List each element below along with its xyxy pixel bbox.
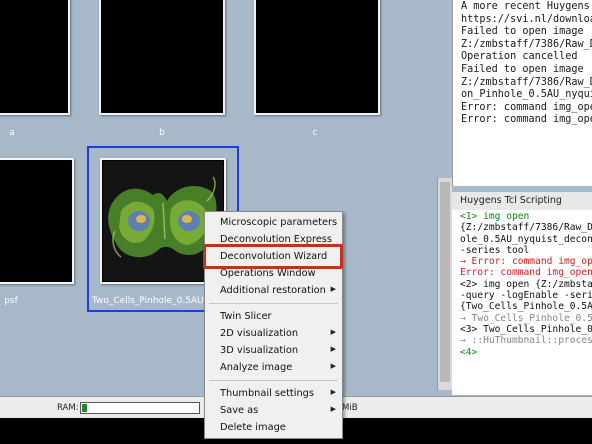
triangle-right-icon: ▶ bbox=[330, 362, 336, 370]
ram-label: RAM: bbox=[57, 403, 79, 413]
menu-item-label: Delete image bbox=[220, 422, 286, 433]
console-line: <3> Two_Cells_Pinhole_0.5A bbox=[460, 323, 592, 335]
thumbnail-label: Two_Cells_Pinhole_0.5AU bbox=[92, 296, 204, 306]
console-line: -series tool bbox=[460, 244, 530, 256]
log-line: Failed to open image bbox=[461, 26, 584, 38]
menu-item-label: Operations Window bbox=[220, 268, 316, 279]
log-line: A more recent Huygens bbox=[461, 1, 590, 12]
console-line: -query -logEnable -series bbox=[460, 290, 592, 302]
vertical-scrollbar[interactable] bbox=[437, 178, 452, 390]
menu-item-microscopic-parameters[interactable]: Microscopic parameters bbox=[205, 214, 342, 231]
menu-item-delete-image[interactable]: Delete image bbox=[205, 419, 342, 436]
menu-item-additional-restoration[interactable]: Additional restoration ▶ bbox=[205, 282, 342, 299]
console-line: ole_0.5AU_nyquist_decon_ch bbox=[460, 233, 592, 245]
console-line: {Two_Cells_Pinhole_0.5AU_n bbox=[460, 301, 592, 313]
log-line: Failed to open image bbox=[461, 63, 584, 75]
menu-item-label: Analyze image bbox=[220, 362, 293, 373]
console-line: → Error: command img_open bbox=[460, 256, 592, 268]
log-line: https://svi.nl/downloa bbox=[461, 13, 592, 25]
triangle-right-icon: ▶ bbox=[330, 328, 336, 336]
log-line: Operation cancelled bbox=[461, 51, 578, 63]
log-line: Z:/zmbstaff/7386/Raw_D bbox=[461, 76, 592, 88]
log-line: on_Pinhole_0.5AU_nyqui bbox=[461, 89, 592, 101]
menu-item-twin-slicer[interactable]: Twin Slicer bbox=[205, 308, 342, 325]
menu-item-label: Save as bbox=[220, 405, 259, 416]
menu-separator bbox=[209, 380, 338, 381]
thumbnail-label: psf bbox=[4, 296, 18, 306]
thumbnail-label: c bbox=[312, 128, 318, 138]
menu-item-2d-visualization[interactable]: 2D visualization ▶ bbox=[205, 325, 342, 342]
huygens-window: a b c psf Two_Cells_Pinhole_0.5AU A more… bbox=[0, 0, 592, 444]
ram-meter-fill bbox=[82, 404, 87, 412]
triangle-right-icon: ▶ bbox=[330, 345, 336, 353]
menu-item-thumbnail-settings[interactable]: Thumbnail settings ▶ bbox=[205, 385, 342, 402]
thumbnail-a[interactable] bbox=[0, 0, 70, 115]
thumbnail-label: a bbox=[9, 128, 15, 138]
console-line: → Two_Cells_Pinhole_0.5AU_ bbox=[460, 312, 592, 324]
ram-meter bbox=[80, 402, 200, 414]
menu-item-label: Thumbnail settings bbox=[220, 388, 315, 399]
mib-label: MiB bbox=[342, 403, 358, 413]
console-line: <1> img open bbox=[460, 211, 530, 222]
triangle-right-icon: ▶ bbox=[330, 285, 336, 293]
thumbnail-b[interactable] bbox=[99, 0, 225, 115]
thumbnail-psf[interactable] bbox=[0, 158, 74, 284]
message-log: A more recent Huygens https://svi.nl/down… bbox=[452, 0, 592, 186]
menu-item-label: 2D visualization bbox=[220, 328, 299, 339]
triangle-right-icon: ▶ bbox=[330, 405, 336, 413]
triangle-right-icon: ▶ bbox=[330, 388, 336, 396]
console-title: Huygens Tcl Scripting bbox=[452, 192, 592, 210]
thumbnail-c[interactable] bbox=[254, 0, 380, 115]
menu-item-label: Microscopic parameters bbox=[220, 217, 338, 228]
console-line: <2> img open {Z:/zmbstaff/ bbox=[460, 278, 592, 290]
menu-item-label: 3D visualization bbox=[220, 345, 299, 356]
console-line: {Z:/zmbstaff/7386/Raw_Data bbox=[460, 222, 592, 234]
console-line: <4> bbox=[460, 346, 478, 358]
console-line: → ::HuThumbnail::processMe bbox=[460, 335, 592, 347]
scrollbar-thumb[interactable] bbox=[440, 182, 450, 382]
highlight-frame bbox=[203, 244, 343, 269]
console-line: Error: command img_open: U bbox=[460, 267, 592, 279]
menu-item-3d-visualization[interactable]: 3D visualization ▶ bbox=[205, 342, 342, 359]
menu-item-analyze-image[interactable]: Analyze image ▶ bbox=[205, 359, 342, 376]
menu-item-save-as[interactable]: Save as ▶ bbox=[205, 402, 342, 419]
log-line: Error: command img_ope bbox=[461, 114, 592, 126]
log-line: Z:/zmbstaff/7386/Raw_D bbox=[461, 38, 592, 50]
log-line: Error: command img_ope bbox=[461, 101, 592, 113]
menu-separator bbox=[209, 303, 338, 304]
menu-item-label: Twin Slicer bbox=[220, 311, 272, 322]
tcl-console[interactable]: <1> img open{Z:/zmbstaff/7386/Raw_Dataol… bbox=[452, 210, 592, 395]
menu-item-label: Additional restoration bbox=[220, 285, 326, 296]
thumbnail-label: b bbox=[159, 128, 165, 138]
